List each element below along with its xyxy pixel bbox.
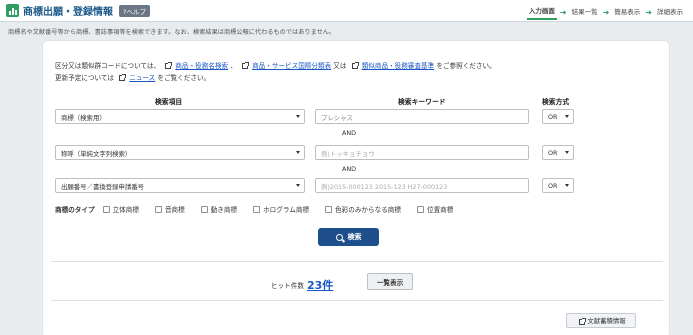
search-button-label: 検索 xyxy=(347,233,362,241)
step-detail: 詳細表示 xyxy=(657,8,683,16)
keyword-input[interactable]: 例)トッキョチョウ xyxy=(315,145,529,160)
link-exam-standard[interactable]: 類似商品・役務審査基準 xyxy=(362,62,435,70)
keyword-input[interactable]: プレシャス xyxy=(315,109,529,124)
and-label: AND xyxy=(342,165,357,173)
type-checkbox[interactable]: 立体商標 xyxy=(102,204,139,214)
update-note: 更新予定については ニュース をご覧ください。 xyxy=(55,72,210,82)
link-news[interactable]: ニュース xyxy=(129,74,155,82)
search-row: 出願番号／書換登録申請番号 例)2015-000123 2015-123 H27… xyxy=(43,178,671,194)
checkbox-icon[interactable] xyxy=(102,205,110,213)
divider xyxy=(51,261,663,262)
step-simple: 簡易表示 xyxy=(614,8,641,16)
item-select[interactable]: 出願番号／書換登録申請番号 xyxy=(55,178,305,193)
arrow-right-icon: ➜ xyxy=(559,7,567,17)
chevron-down-icon xyxy=(296,151,300,154)
external-link-icon xyxy=(241,62,249,69)
note-text: をご覧ください。 xyxy=(157,74,211,82)
type-label: 位置商標 xyxy=(427,206,454,214)
column-header-item: 検索項目 xyxy=(155,98,183,106)
note-sep: 、 xyxy=(230,62,237,70)
checkbox-icon[interactable] xyxy=(417,205,424,213)
note-text: 更新予定については xyxy=(55,74,115,82)
step-indicator: 入力画面 ➜ 結果一覧 ➜ 簡易表示 ➜ 詳細表示 xyxy=(526,4,685,20)
external-link-icon xyxy=(119,74,127,81)
method-select[interactable]: OR xyxy=(542,178,574,193)
title-group: 商標出願・登録情報 ?ヘルプ xyxy=(6,3,150,18)
keyword-input[interactable]: 例)2015-000123 2015-123 H27-000123 xyxy=(315,178,529,193)
hit-count-value[interactable]: 23件 xyxy=(307,277,333,293)
document-info-button[interactable]: 文献蓄積情報 xyxy=(566,313,636,328)
method-select-value: OR xyxy=(548,182,558,190)
trademark-type-group: 商標のタイプ 立体商標 音商標 動き商標 ホログラム商標 色彩のみからなる商標 … xyxy=(55,204,465,214)
chevron-down-icon xyxy=(565,151,569,154)
external-link-icon xyxy=(165,62,173,69)
reference-note: 区分又は類似群コードについては、 商品・役務名検索 、 商品・サービス国際分類表… xyxy=(55,60,496,70)
method-select[interactable]: OR xyxy=(542,109,574,124)
step-input: 入力画面 xyxy=(526,4,557,20)
type-checkbox[interactable]: 動き商標 xyxy=(200,204,238,214)
item-select-value: 商標（検索用） xyxy=(61,114,106,122)
chevron-down-icon xyxy=(565,184,569,187)
item-select[interactable]: 商標（検索用） xyxy=(55,109,305,124)
divider xyxy=(51,300,663,301)
checkbox-icon[interactable] xyxy=(325,205,333,213)
search-icon xyxy=(335,233,343,241)
item-select-value: 称呼（単純文字列検索） xyxy=(61,150,132,158)
column-header-method: 検索方式 xyxy=(542,98,570,106)
method-select-value: OR xyxy=(548,113,558,121)
trademark-type-label: 商標のタイプ xyxy=(55,206,95,214)
help-button[interactable]: ?ヘルプ xyxy=(119,4,150,17)
method-select[interactable]: OR xyxy=(542,145,574,160)
chevron-down-icon xyxy=(296,184,300,187)
checkbox-icon[interactable] xyxy=(154,205,162,213)
type-checkbox[interactable]: 音商標 xyxy=(154,204,185,214)
chevron-down-icon xyxy=(565,115,569,118)
arrow-right-icon: ➜ xyxy=(602,7,610,17)
hit-count: ヒット件数 23件 xyxy=(271,277,333,293)
link-goods-search[interactable]: 商品・役務名検索 xyxy=(175,62,228,70)
type-checkbox[interactable]: 位置商標 xyxy=(417,204,453,214)
step-results: 結果一覧 xyxy=(571,8,598,16)
search-button[interactable]: 検索 xyxy=(318,228,379,246)
column-header-keyword: 検索キーワード xyxy=(398,98,446,106)
type-label: 動き商標 xyxy=(210,206,238,214)
header-bar: 商標出願・登録情報 ?ヘルプ 入力画面 ➜ 結果一覧 ➜ 簡易表示 ➜ 詳細表示 xyxy=(0,0,693,22)
item-select-value: 出願番号／書換登録申請番号 xyxy=(61,183,145,191)
list-view-button[interactable]: 一覧表示 xyxy=(367,273,413,290)
note-text: をご参照ください。 xyxy=(436,62,496,70)
search-row: 称呼（単純文字列検索） 例)トッキョチョウ OR xyxy=(43,145,671,161)
item-select[interactable]: 称呼（単純文字列検索） xyxy=(55,145,305,160)
checkbox-icon[interactable] xyxy=(200,205,208,213)
page-description: 商標名や文献番号等から商標、書誌事項等を検索できます。なお、検索結果は商標公報に… xyxy=(8,29,336,36)
external-link-icon xyxy=(579,317,587,325)
type-checkbox[interactable]: ホログラム商標 xyxy=(253,204,309,214)
bar-chart-icon xyxy=(6,4,19,17)
type-label: ホログラム商標 xyxy=(263,206,310,214)
type-checkbox[interactable]: 色彩のみからなる商標 xyxy=(325,204,401,214)
external-link-icon xyxy=(351,62,359,69)
arrow-right-icon: ➜ xyxy=(645,7,652,17)
type-label: 立体商標 xyxy=(112,206,139,214)
search-panel: 区分又は類似群コードについては、 商品・役務名検索 、 商品・サービス国際分類表… xyxy=(42,40,670,335)
type-label: 色彩のみからなる商標 xyxy=(335,206,401,214)
hit-count-label: ヒット件数 xyxy=(271,282,304,290)
checkbox-icon[interactable] xyxy=(253,205,261,213)
document-info-label: 文献蓄積情報 xyxy=(587,317,626,325)
page-title: 商標出願・登録情報 xyxy=(23,7,113,18)
note-sep: 又は xyxy=(333,62,347,70)
type-label: 音商標 xyxy=(164,206,185,214)
link-intl-class[interactable]: 商品・サービス国際分類表 xyxy=(252,62,331,70)
search-row: 商標（検索用） プレシャス OR xyxy=(43,109,671,125)
and-label: AND xyxy=(342,129,357,137)
note-text: 区分又は類似群コードについては、 xyxy=(55,62,161,70)
chevron-down-icon xyxy=(296,115,300,118)
method-select-value: OR xyxy=(548,149,558,157)
